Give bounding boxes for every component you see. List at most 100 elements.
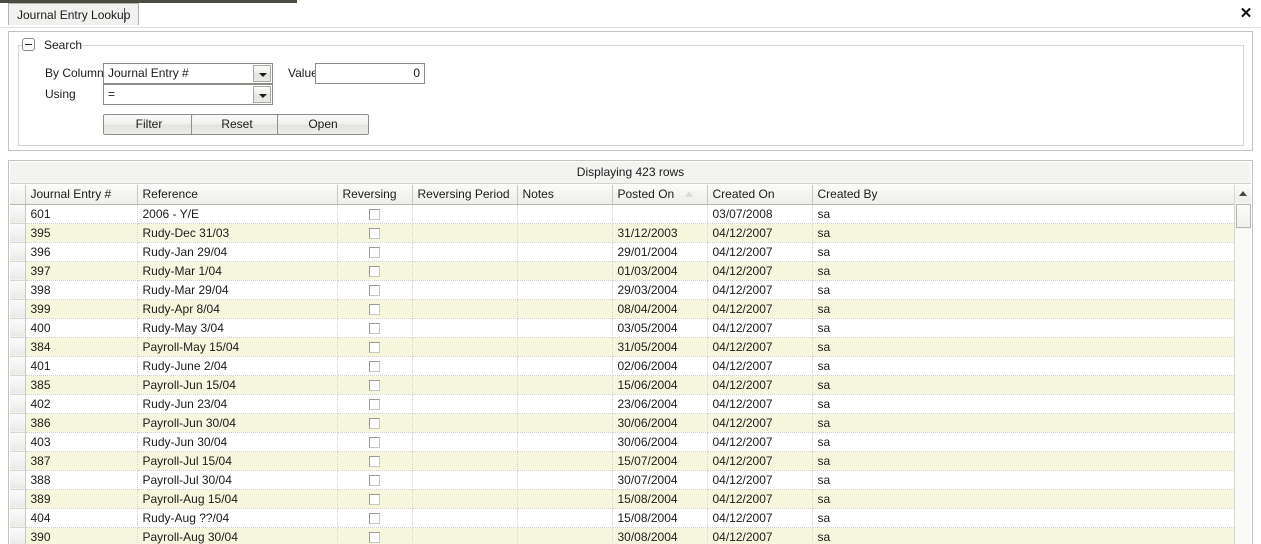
row-selector[interactable]	[10, 508, 26, 528]
cell-reversing-period[interactable]	[412, 299, 518, 319]
cell-created-by[interactable]: sa	[812, 451, 1237, 471]
cell-created-on[interactable]: 04/12/2007	[707, 508, 813, 528]
cell-notes[interactable]	[517, 394, 613, 414]
table-row[interactable]: 401 Rudy-June 2/04 02/06/2004 04/12/2007 sa	[10, 356, 1237, 376]
cell-notes[interactable]	[517, 508, 613, 528]
row-selector[interactable]	[10, 337, 26, 357]
cell-created-by[interactable]: sa	[812, 470, 1237, 490]
column-header-reversing[interactable]: Reversing	[337, 185, 413, 205]
cell-journal-entry[interactable]: 601	[25, 204, 138, 224]
reset-button[interactable]: Reset	[191, 114, 283, 135]
row-selector[interactable]	[10, 223, 26, 243]
cell-created-on[interactable]: 04/12/2007	[707, 375, 813, 395]
cell-journal-entry[interactable]: 398	[25, 280, 138, 300]
cell-reference[interactable]: Payroll-Jun 15/04	[137, 375, 338, 395]
row-selector[interactable]	[10, 527, 26, 544]
cell-posted-on[interactable]: 31/05/2004	[612, 337, 708, 357]
cell-created-by[interactable]: sa	[812, 508, 1237, 528]
cell-reference[interactable]: Rudy-Jun 23/04	[137, 394, 338, 414]
chevron-down-icon[interactable]	[253, 86, 271, 103]
chevron-down-icon[interactable]	[253, 65, 271, 82]
cell-posted-on[interactable]: 29/01/2004	[612, 242, 708, 262]
cell-reversing[interactable]	[337, 451, 413, 471]
table-row[interactable]: 395 Rudy-Dec 31/03 31/12/2003 04/12/2007 sa	[10, 223, 1237, 243]
cell-notes[interactable]	[517, 204, 613, 224]
reversing-checkbox[interactable]	[369, 265, 380, 277]
cell-reversing-period[interactable]	[412, 451, 518, 471]
using-operator-select[interactable]: =	[103, 84, 273, 105]
cell-journal-entry[interactable]: 385	[25, 375, 138, 395]
cell-reversing[interactable]	[337, 204, 413, 224]
cell-notes[interactable]	[517, 261, 613, 281]
row-selector[interactable]	[10, 204, 26, 224]
cell-created-on[interactable]: 04/12/2007	[707, 337, 813, 357]
cell-created-by[interactable]: sa	[812, 413, 1237, 433]
cell-created-on[interactable]: 04/12/2007	[707, 261, 813, 281]
cell-reversing[interactable]	[337, 432, 413, 452]
cell-notes[interactable]	[517, 223, 613, 243]
cell-created-by[interactable]: sa	[812, 489, 1237, 509]
cell-journal-entry[interactable]: 395	[25, 223, 138, 243]
reversing-checkbox[interactable]	[369, 398, 380, 410]
table-row[interactable]: 398 Rudy-Mar 29/04 29/03/2004 04/12/2007 sa	[10, 280, 1237, 300]
table-row[interactable]: 404 Rudy-Aug ??/04 15/08/2004 04/12/2007 sa	[10, 508, 1237, 528]
table-row[interactable]: 400 Rudy-May 3/04 03/05/2004 04/12/2007 sa	[10, 318, 1237, 338]
cell-posted-on[interactable]: 29/03/2004	[612, 280, 708, 300]
cell-created-by[interactable]: sa	[812, 394, 1237, 414]
reversing-checkbox[interactable]	[369, 512, 380, 524]
cell-journal-entry[interactable]: 387	[25, 451, 138, 471]
cell-journal-entry[interactable]: 403	[25, 432, 138, 452]
collapse-minus-icon[interactable]	[22, 38, 35, 51]
cell-created-by[interactable]: sa	[812, 318, 1237, 338]
cell-created-on[interactable]: 04/12/2007	[707, 318, 813, 338]
cell-reference[interactable]: Rudy-Apr 8/04	[137, 299, 338, 319]
cell-notes[interactable]	[517, 242, 613, 262]
cell-created-by[interactable]: sa	[812, 280, 1237, 300]
cell-created-on[interactable]: 03/07/2008	[707, 204, 813, 224]
cell-created-on[interactable]: 04/12/2007	[707, 413, 813, 433]
cell-created-on[interactable]: 04/12/2007	[707, 451, 813, 471]
reversing-checkbox[interactable]	[369, 360, 380, 372]
table-row[interactable]: 397 Rudy-Mar 1/04 01/03/2004 04/12/2007 sa	[10, 261, 1237, 281]
cell-created-on[interactable]: 04/12/2007	[707, 394, 813, 414]
reversing-checkbox[interactable]	[369, 493, 380, 505]
cell-journal-entry[interactable]: 400	[25, 318, 138, 338]
cell-posted-on[interactable]: 30/06/2004	[612, 432, 708, 452]
cell-reference[interactable]: Payroll-Jun 30/04	[137, 413, 338, 433]
cell-notes[interactable]	[517, 489, 613, 509]
cell-reference[interactable]: Rudy-Mar 29/04	[137, 280, 338, 300]
cell-created-by[interactable]: sa	[812, 527, 1237, 544]
cell-reference[interactable]: Rudy-June 2/04	[137, 356, 338, 376]
cell-created-by[interactable]: sa	[812, 261, 1237, 281]
column-header-posted-on[interactable]: Posted On	[612, 185, 708, 205]
cell-posted-on[interactable]: 15/07/2004	[612, 451, 708, 471]
reversing-checkbox[interactable]	[369, 303, 380, 315]
cell-reversing-period[interactable]	[412, 280, 518, 300]
cell-reference[interactable]: Payroll-Aug 30/04	[137, 527, 338, 544]
row-selector[interactable]	[10, 375, 26, 395]
table-row[interactable]: 399 Rudy-Apr 8/04 08/04/2004 04/12/2007 sa	[10, 299, 1237, 319]
reversing-checkbox[interactable]	[369, 322, 380, 334]
reversing-checkbox[interactable]	[369, 246, 380, 258]
row-selector[interactable]	[10, 299, 26, 319]
cell-created-on[interactable]: 04/12/2007	[707, 527, 813, 544]
cell-reversing-period[interactable]	[412, 489, 518, 509]
table-row[interactable]: 389 Payroll-Aug 15/04 15/08/2004 04/12/2007…	[10, 489, 1237, 509]
tab-journal-entry-lookup[interactable]: Journal Entry Lookup	[8, 3, 140, 25]
column-header-journal-entry[interactable]: Journal Entry #	[25, 185, 138, 205]
reversing-checkbox[interactable]	[369, 531, 380, 543]
table-row[interactable]: 402 Rudy-Jun 23/04 23/06/2004 04/12/2007 sa	[10, 394, 1237, 414]
cell-created-by[interactable]: sa	[812, 223, 1237, 243]
cell-posted-on[interactable]: 15/08/2004	[612, 489, 708, 509]
cell-created-on[interactable]: 04/12/2007	[707, 432, 813, 452]
cell-reference[interactable]: Rudy-Mar 1/04	[137, 261, 338, 281]
cell-reference[interactable]: Rudy-Jun 30/04	[137, 432, 338, 452]
table-row[interactable]: 396 Rudy-Jan 29/04 29/01/2004 04/12/2007 sa	[10, 242, 1237, 262]
cell-reversing[interactable]	[337, 261, 413, 281]
cell-journal-entry[interactable]: 384	[25, 337, 138, 357]
row-selector[interactable]	[10, 489, 26, 509]
cell-journal-entry[interactable]: 388	[25, 470, 138, 490]
open-button[interactable]: Open	[277, 114, 369, 135]
table-row[interactable]: 387 Payroll-Jul 15/04 15/07/2004 04/12/2007…	[10, 451, 1237, 471]
cell-reversing[interactable]	[337, 242, 413, 262]
